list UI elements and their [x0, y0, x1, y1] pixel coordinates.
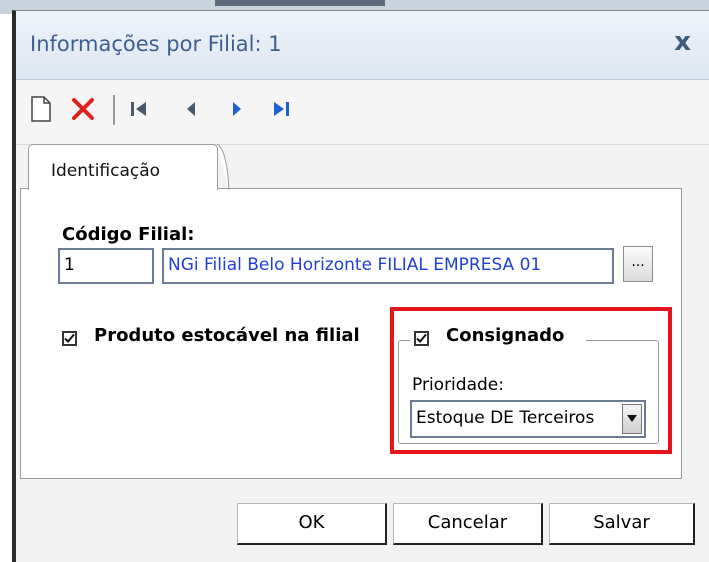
filial-description-field[interactable]: NGi Filial Belo Horizonte FILIAL EMPRESA… [162, 248, 614, 284]
next-record-icon[interactable] [222, 92, 252, 126]
toolbar-separator [113, 95, 115, 125]
produto-estocavel-checkbox[interactable] [62, 331, 77, 346]
background-strip-dark [215, 0, 385, 6]
tab-edge [217, 144, 230, 190]
title-bar[interactable]: Informações por Filial: 1 x [16, 11, 709, 80]
tab-identificacao-label: Identificação [51, 161, 161, 181]
highlight-box [390, 307, 672, 454]
delete-icon[interactable] [66, 92, 100, 126]
codigo-filial-label: Código Filial: [62, 224, 195, 245]
new-document-icon[interactable] [26, 92, 56, 126]
produto-estocavel-label: Produto estocável na filial [94, 325, 360, 346]
window-title: Informações por Filial: 1 [30, 32, 282, 56]
toolbar [16, 80, 709, 145]
previous-record-icon[interactable] [176, 92, 206, 126]
codigo-filial-input[interactable]: 1 [58, 248, 154, 284]
tab-identificacao[interactable]: Identificação [28, 144, 230, 190]
cancelar-button[interactable]: Cancelar [393, 503, 543, 545]
close-button[interactable]: x [674, 27, 691, 57]
last-record-icon[interactable] [266, 92, 296, 126]
ok-button[interactable]: OK [237, 503, 387, 545]
check-icon [64, 333, 75, 343]
salvar-button[interactable]: Salvar [549, 503, 695, 545]
lookup-button[interactable]: ... [623, 246, 653, 282]
first-record-icon[interactable] [124, 92, 154, 126]
